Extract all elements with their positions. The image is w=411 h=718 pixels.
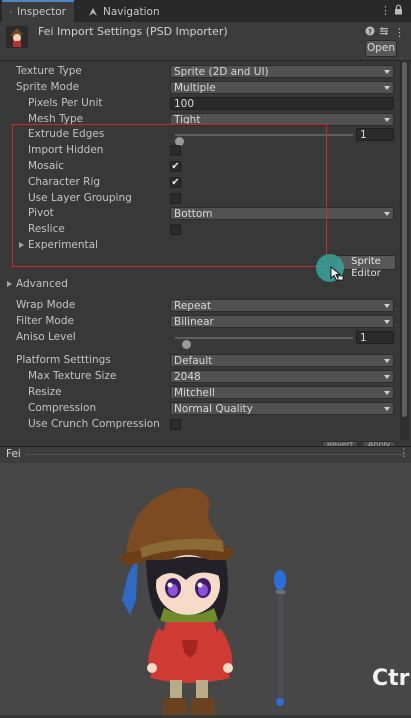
sprite-preview-area: Ctr — [0, 463, 411, 715]
menu-kebab-icon[interactable]: ⋮ — [380, 4, 391, 17]
lock-icon[interactable] — [394, 4, 403, 18]
character-sprite-image — [0, 463, 411, 715]
wrap-mode-label: Wrap Mode — [16, 299, 75, 311]
advanced-foldout-content: Advanced — [7, 278, 68, 290]
aniso-level-slider-track[interactable] — [175, 337, 353, 339]
texture-type-label: Texture Type — [16, 65, 82, 77]
chevron-down-icon — [384, 86, 390, 90]
sprite-editor-button[interactable]: Sprite Editor — [336, 255, 396, 270]
platform-value: Default — [174, 355, 212, 367]
filter-mode-label: Filter Mode — [16, 315, 74, 327]
extrude-edges-field[interactable]: 1 — [356, 128, 394, 141]
use-crunch-checkbox[interactable] — [170, 419, 181, 430]
compression-dropdown[interactable]: Normal Quality — [170, 402, 394, 415]
context-menu-icon[interactable]: ⋮ — [394, 26, 405, 39]
texture-type-row: Texture Type Sprite (2D and UI) — [0, 64, 398, 80]
help-icon[interactable]: ? — [365, 26, 375, 39]
sprite-mode-label: Sprite Mode — [16, 81, 79, 93]
preview-header: Fei ⋮ — [0, 446, 411, 464]
compression-value: Normal Quality — [174, 403, 253, 415]
pixels-per-unit-row: Pixels Per Unit 100 — [0, 96, 398, 112]
tab-navigation-label: Navigation — [103, 6, 160, 18]
preview-menu-icon[interactable]: ⋮ — [399, 447, 410, 459]
tab-inspector[interactable]: Inspector — [2, 0, 74, 22]
compression-row: Compression Normal Quality — [0, 401, 398, 417]
wrap-mode-dropdown[interactable]: Repeat — [170, 299, 394, 312]
max-texture-size-value: 2048 — [174, 371, 201, 383]
tab-inspector-label: Inspector — [17, 6, 66, 18]
texture-type-value: Sprite (2D and UI) — [174, 66, 269, 78]
filter-mode-value: Bilinear — [174, 316, 214, 328]
filter-mode-dropdown[interactable]: Bilinear — [170, 315, 394, 328]
sprite-mode-dropdown[interactable]: Multiple — [170, 81, 394, 94]
preset-icon[interactable] — [379, 26, 389, 39]
inspector-scrollbar[interactable] — [400, 60, 409, 440]
open-button[interactable]: Open — [365, 40, 397, 57]
tab-navigation[interactable]: Navigation — [80, 2, 168, 22]
chevron-down-icon — [384, 320, 390, 324]
platform-settings-label: Platform Setttings — [16, 354, 111, 366]
preview-title: Fei — [6, 448, 21, 460]
wrap-mode-value: Repeat — [174, 300, 211, 312]
scrollbar-thumb[interactable] — [402, 62, 407, 417]
aniso-level-field[interactable]: 1 — [356, 331, 394, 344]
texture-type-dropdown[interactable]: Sprite (2D and UI) — [170, 65, 394, 78]
chevron-down-icon — [384, 359, 390, 363]
use-crunch-row: Use Crunch Compression — [0, 417, 398, 433]
preview-drag-handle[interactable] — [26, 454, 405, 455]
pixels-per-unit-label: Pixels Per Unit — [28, 97, 103, 109]
resize-row: Resize Mitchell — [0, 385, 398, 401]
advanced-foldout[interactable]: Advanced — [0, 277, 398, 293]
max-texture-size-dropdown[interactable]: 2048 — [170, 370, 394, 383]
navigation-icon — [88, 7, 98, 17]
wrap-mode-row: Wrap Mode Repeat — [0, 298, 398, 314]
importer-title: Fei Import Settings (PSD Importer) — [38, 25, 228, 38]
svg-text:?: ? — [368, 28, 372, 36]
compression-label: Compression — [28, 402, 96, 414]
advanced-label: Advanced — [16, 278, 68, 290]
chevron-down-icon — [384, 70, 390, 74]
info-icon — [10, 7, 12, 17]
highlight-rectangle — [12, 124, 327, 267]
chevron-down-icon — [384, 212, 390, 216]
resize-value: Mitchell — [174, 387, 215, 399]
pixels-per-unit-field[interactable]: 100 — [170, 97, 394, 110]
use-crunch-label: Use Crunch Compression — [28, 418, 160, 430]
chevron-down-icon — [384, 375, 390, 379]
chevron-down-icon — [384, 391, 390, 395]
chevron-down-icon — [384, 118, 390, 122]
overlay-text: Ctr — [372, 666, 410, 691]
aniso-level-slider-handle[interactable] — [182, 340, 191, 349]
platform-settings-row: Platform Setttings Default — [0, 353, 398, 369]
filter-mode-row: Filter Mode Bilinear — [0, 314, 398, 330]
resize-label: Resize — [28, 386, 62, 398]
aniso-level-row: Aniso Level 1 — [0, 330, 398, 346]
asset-thumbnail — [6, 26, 28, 48]
chevron-down-icon — [384, 304, 390, 308]
max-texture-size-row: Max Texture Size 2048 — [0, 369, 398, 385]
platform-dropdown[interactable]: Default — [170, 354, 394, 367]
chevron-down-icon — [384, 407, 390, 411]
sprite-mode-value: Multiple — [174, 82, 216, 94]
max-texture-size-label: Max Texture Size — [28, 370, 116, 382]
sprite-mode-row: Sprite Mode Multiple — [0, 80, 398, 96]
importer-header: Fei Import Settings (PSD Importer) ? ⋮ O… — [0, 22, 411, 61]
tab-bar: Inspector Navigation ⋮ — [0, 0, 411, 23]
resize-dropdown[interactable]: Mitchell — [170, 386, 394, 399]
foldout-arrow-icon — [7, 281, 12, 287]
aniso-level-label: Aniso Level — [16, 331, 76, 343]
